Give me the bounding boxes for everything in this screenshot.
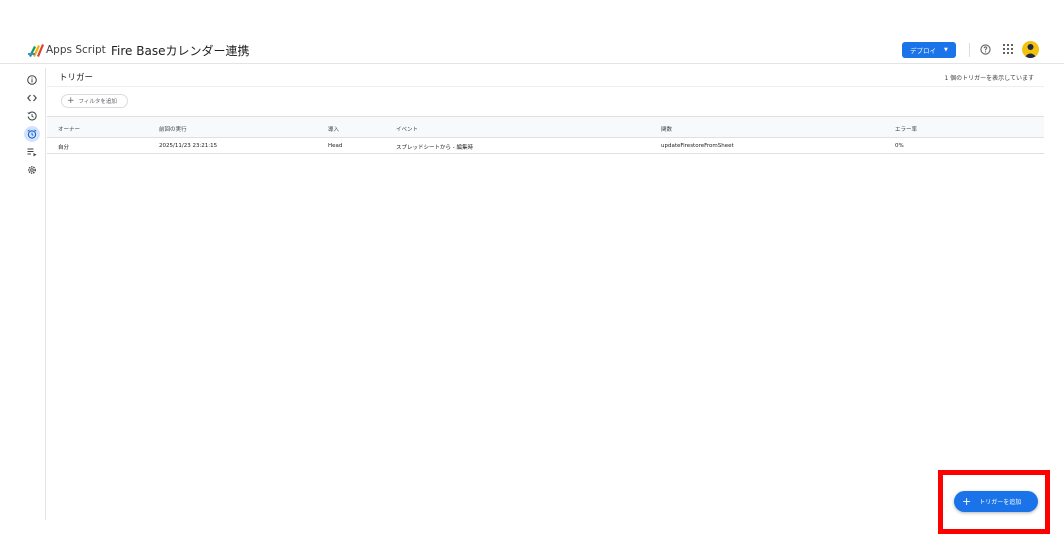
cell-owner: 自分 (58, 145, 70, 151)
triggers-table: オーナー 前回の実行 導入 イベント 関数 エラー率 自分 2025/11/23… (47, 116, 1044, 154)
column-header-function[interactable]: 関数 (661, 125, 672, 133)
nav-overview[interactable] (24, 72, 40, 88)
code-icon (27, 94, 37, 102)
header-divider (969, 43, 970, 57)
column-header-last-run[interactable]: 前回の実行 (159, 125, 187, 133)
help-icon[interactable] (980, 44, 991, 55)
app-name[interactable]: Apps Script (46, 44, 106, 56)
nav-triggers[interactable] (24, 126, 40, 142)
table-header-row: オーナー 前回の実行 導入 イベント 関数 エラー率 (47, 116, 1044, 138)
nav-editor[interactable] (24, 90, 40, 106)
apps-script-logo-icon[interactable] (28, 43, 44, 58)
plus-icon: + (962, 495, 972, 508)
nav-history[interactable] (24, 108, 40, 124)
cell-error-rate: 0% (895, 143, 904, 149)
column-header-event[interactable]: イベント (396, 125, 418, 133)
nav-executions[interactable] (24, 144, 40, 160)
filter-label: フィルタを追加 (78, 99, 117, 105)
cell-last-run: 2025/11/23 23:21:15 (159, 143, 218, 149)
column-header-error-rate[interactable]: エラー率 (895, 125, 917, 133)
trigger-count-text: 1 個のトリガーを表示しています (944, 75, 1034, 82)
deploy-label: デプロイ (910, 47, 936, 55)
cell-event: スプレッドシートから - 編集時 (396, 145, 473, 151)
cell-function: updateFirestoreFromSheet (661, 143, 734, 149)
project-title[interactable]: Fire Baseカレンダー連携 (111, 42, 249, 59)
divider (47, 86, 1044, 87)
app-header: Apps Script Fire Baseカレンダー連携 デプロイ ▼ (0, 38, 1064, 64)
add-trigger-button[interactable]: + トリガーを追加 (954, 491, 1038, 512)
caret-down-icon: ▼ (944, 47, 948, 53)
add-trigger-label: トリガーを追加 (979, 499, 1022, 506)
column-header-owner[interactable]: オーナー (58, 125, 80, 133)
history-icon (27, 111, 37, 121)
plus-icon: + (67, 95, 75, 106)
deploy-button[interactable]: デプロイ ▼ (902, 42, 956, 58)
avatar[interactable] (1022, 41, 1039, 58)
cell-deployment: Head (328, 143, 343, 149)
gear-icon (28, 166, 36, 174)
apps-grid-icon[interactable] (1003, 44, 1013, 54)
table-row[interactable]: 自分 2025/11/23 23:21:15 Head スプレッドシートから -… (47, 138, 1044, 154)
left-nav (22, 68, 46, 520)
nav-settings[interactable] (24, 162, 40, 178)
page-title: トリガー (59, 73, 94, 83)
alarm-clock-icon (27, 129, 37, 139)
column-header-deployment[interactable]: 導入 (328, 125, 339, 133)
info-icon (27, 75, 37, 85)
list-play-icon (27, 148, 37, 157)
add-filter-button[interactable]: + フィルタを追加 (61, 94, 128, 108)
